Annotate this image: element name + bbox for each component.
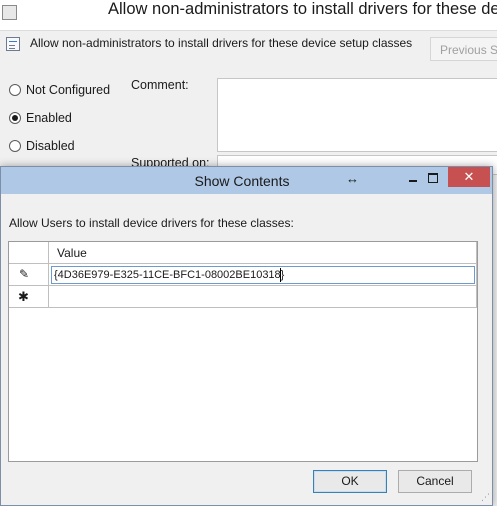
- cancel-button[interactable]: Cancel: [398, 470, 472, 493]
- app-icon: [2, 5, 17, 20]
- previous-setting-button[interactable]: Previous Se: [430, 37, 497, 61]
- value-column-header-label: Value: [57, 246, 87, 260]
- radio-not-configured-circle[interactable]: [9, 84, 21, 96]
- radio-not-configured-label: Not Configured: [26, 83, 111, 97]
- grid-corner-cell: [9, 242, 49, 264]
- dialog-titlebar[interactable]: Show Contents ↔ ✕: [1, 167, 492, 194]
- policy-name: Allow non-administrators to install driv…: [30, 36, 413, 50]
- policy-window-title: Allow non-administrators to install driv…: [108, 0, 497, 18]
- minimize-button[interactable]: [405, 169, 421, 187]
- maximize-button[interactable]: [425, 169, 441, 187]
- pencil-icon: ✎: [19, 267, 30, 281]
- new-row-cell[interactable]: [49, 286, 477, 308]
- dialog-instruction: Allow Users to install device drivers fo…: [9, 216, 294, 230]
- resize-grip-icon[interactable]: ⋰: [481, 492, 490, 503]
- radio-disabled-circle[interactable]: [9, 140, 21, 152]
- comment-label: Comment:: [131, 78, 189, 92]
- row-header-editing[interactable]: ✎: [9, 264, 49, 286]
- ok-button[interactable]: OK: [313, 470, 387, 493]
- radio-enabled-label: Enabled: [26, 111, 72, 125]
- text-cursor: [280, 268, 281, 282]
- row-header-new[interactable]: ✱: [9, 286, 49, 308]
- close-icon: ✕: [463, 169, 475, 184]
- show-contents-dialog: Show Contents ↔ ✕ Allow Users to install…: [0, 166, 493, 506]
- policy-setting-icon: [6, 37, 20, 51]
- close-button[interactable]: ✕: [448, 167, 490, 187]
- asterisk-icon: ✱: [18, 289, 29, 304]
- values-grid: Value ✎ ✱: [8, 241, 478, 462]
- screen: Allow non-administrators to install driv…: [0, 0, 497, 506]
- value-column-header[interactable]: Value: [49, 242, 477, 264]
- comment-textarea[interactable]: [217, 78, 497, 152]
- policy-window-titlebar: Allow non-administrators to install driv…: [0, 0, 497, 31]
- policy-header: Allow non-administrators to install driv…: [6, 35, 426, 55]
- radio-disabled-label: Disabled: [26, 139, 75, 153]
- radio-enabled-circle[interactable]: [9, 112, 21, 124]
- value-cell-input[interactable]: [51, 266, 475, 284]
- resize-arrows-icon: ↔: [346, 171, 359, 186]
